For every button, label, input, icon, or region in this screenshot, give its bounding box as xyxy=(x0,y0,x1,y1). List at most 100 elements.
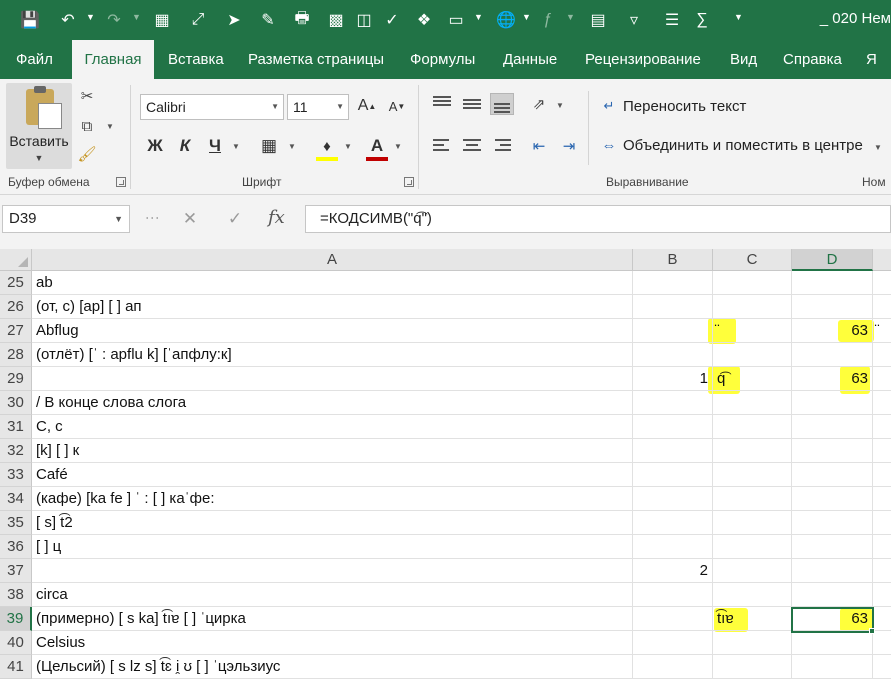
cell-c[interactable] xyxy=(713,415,792,439)
hyperlink-icon[interactable]: 🌐 xyxy=(494,8,518,32)
format-painter-icon[interactable]: 🖌 xyxy=(76,143,98,165)
grow-font-button[interactable]: A ▲ xyxy=(354,94,380,118)
row-header[interactable]: 30 xyxy=(0,391,32,415)
cell-c[interactable]: q͡ xyxy=(713,367,792,391)
cell-e[interactable] xyxy=(873,415,891,439)
select-all-button[interactable] xyxy=(0,249,32,271)
shrink-font-button[interactable]: A ▼ xyxy=(384,94,410,118)
cell-e[interactable] xyxy=(873,583,891,607)
cell-e[interactable] xyxy=(873,607,891,631)
cell-a[interactable]: [ s] t͡2 xyxy=(32,511,633,535)
grid-icon[interactable]: ▤ xyxy=(586,8,610,32)
cell-b[interactable] xyxy=(633,391,713,415)
cell-e[interactable] xyxy=(873,511,891,535)
cell-d[interactable] xyxy=(792,583,873,607)
resize-handle-icon[interactable]: ⋮ xyxy=(145,211,161,224)
column-header-a[interactable]: A xyxy=(32,249,633,271)
cell-e[interactable]: ̈ xyxy=(873,319,891,343)
cell-e[interactable] xyxy=(873,487,891,511)
merge-center-icon[interactable]: ⇔ xyxy=(598,134,620,156)
row-header[interactable]: 40 xyxy=(0,631,32,655)
cell-a[interactable]: Celsius xyxy=(32,631,633,655)
italic-button[interactable]: К xyxy=(172,134,198,158)
font-color-button[interactable]: A xyxy=(364,134,390,158)
align-right-icon[interactable] xyxy=(490,135,514,157)
column-header-d[interactable]: D xyxy=(792,249,873,271)
align-center-icon[interactable] xyxy=(460,135,484,157)
sheet-icon[interactable]: ◫ xyxy=(352,8,376,32)
borders-dropdown-icon[interactable]: ▼ xyxy=(288,142,296,151)
column-header-e[interactable] xyxy=(873,249,891,271)
align-middle-icon[interactable] xyxy=(460,93,484,115)
tab-insert[interactable]: Вставка xyxy=(164,40,228,79)
name-box[interactable]: D39 ▼ xyxy=(2,205,130,233)
cell-c[interactable] xyxy=(713,487,792,511)
cell-a[interactable]: (кафе) [ka fe ] ˈ : [ ] каˈфе: xyxy=(32,487,633,511)
cell-a[interactable] xyxy=(32,367,633,391)
cell-d[interactable] xyxy=(792,655,873,679)
cell-c[interactable] xyxy=(713,559,792,583)
cell-d[interactable] xyxy=(792,631,873,655)
cell-a[interactable]: (примерно) [ s ka] t͡ıɐ [ ] ˈцирка xyxy=(32,607,633,631)
cell-c[interactable] xyxy=(713,391,792,415)
row-header[interactable]: 27 xyxy=(0,319,32,343)
cell-c[interactable] xyxy=(713,655,792,679)
cell-e[interactable] xyxy=(873,631,891,655)
cell-d[interactable] xyxy=(792,343,873,367)
clipboard-launcher-icon[interactable] xyxy=(116,177,126,187)
cell-e[interactable] xyxy=(873,559,891,583)
cell-d[interactable]: 63 xyxy=(792,319,873,343)
increase-indent-icon[interactable]: ⇥ xyxy=(558,135,580,157)
cell-b[interactable] xyxy=(633,655,713,679)
paste-button[interactable]: Вставить ▼ xyxy=(6,83,72,169)
hyperlink-dropdown-icon[interactable]: ▼ xyxy=(522,12,531,22)
enter-icon[interactable]: ✓ xyxy=(223,209,247,231)
undo-icon[interactable]: ↶ xyxy=(56,8,80,32)
cell-d[interactable] xyxy=(792,487,873,511)
cell-b[interactable] xyxy=(633,535,713,559)
cell-e[interactable] xyxy=(873,439,891,463)
cell-d[interactable] xyxy=(792,391,873,415)
insert-function-icon[interactable]: fx xyxy=(268,207,285,228)
cell-c[interactable] xyxy=(713,583,792,607)
row-header[interactable]: 25 xyxy=(0,271,32,295)
tab-file[interactable]: Файл xyxy=(12,40,57,79)
tab-formulas[interactable]: Формулы xyxy=(406,40,479,79)
formula-icon[interactable]: ∑ xyxy=(690,8,714,32)
cell-b[interactable] xyxy=(633,319,713,343)
cell-e[interactable] xyxy=(873,463,891,487)
cell-a[interactable]: / В конце слова слога xyxy=(32,391,633,415)
cell-d[interactable] xyxy=(792,559,873,583)
tab-help[interactable]: Справка xyxy=(779,40,846,79)
shapes-icon[interactable]: ❖ xyxy=(412,8,436,32)
tab-view[interactable]: Вид xyxy=(726,40,761,79)
customize-toolbar-icon[interactable]: ▼ xyxy=(734,12,743,22)
row-header[interactable]: 29 xyxy=(0,367,32,391)
row-header[interactable]: 34 xyxy=(0,487,32,511)
cell-b[interactable] xyxy=(633,631,713,655)
cell-a[interactable]: [ ] ц xyxy=(32,535,633,559)
copy-icon[interactable]: ⧉ xyxy=(76,115,98,137)
font-color-dropdown-icon[interactable]: ▼ xyxy=(394,142,402,151)
function-dropdown-icon[interactable]: ▼ xyxy=(566,12,575,22)
cell-a[interactable]: ab xyxy=(32,271,633,295)
merge-center-dropdown-icon[interactable]: ▼ xyxy=(874,143,882,152)
cell-a[interactable]: circa xyxy=(32,583,633,607)
table-icon[interactable]: ▦ xyxy=(150,8,174,32)
fill-color-icon[interactable]: ♦ xyxy=(314,134,340,158)
row-header[interactable]: 36 xyxy=(0,535,32,559)
align-left-icon[interactable] xyxy=(430,135,454,157)
column-header-b[interactable]: B xyxy=(633,249,713,271)
cell-a[interactable]: Café xyxy=(32,463,633,487)
cell-c[interactable]: ̈ xyxy=(713,319,792,343)
cell-b[interactable] xyxy=(633,271,713,295)
cell-b[interactable] xyxy=(633,607,713,631)
tab-review[interactable]: Рецензирование xyxy=(581,40,705,79)
cell-c[interactable] xyxy=(713,439,792,463)
bold-button[interactable]: Ж xyxy=(142,134,168,158)
align-bottom-icon[interactable] xyxy=(490,93,514,115)
tab-home[interactable]: Главная xyxy=(72,40,154,79)
cell-a[interactable]: (отлёт) [ˈ : apflu k] [ˈапфлу:к] xyxy=(32,343,633,367)
function-icon[interactable]: ƒ xyxy=(536,8,560,32)
cell-d[interactable] xyxy=(792,415,873,439)
